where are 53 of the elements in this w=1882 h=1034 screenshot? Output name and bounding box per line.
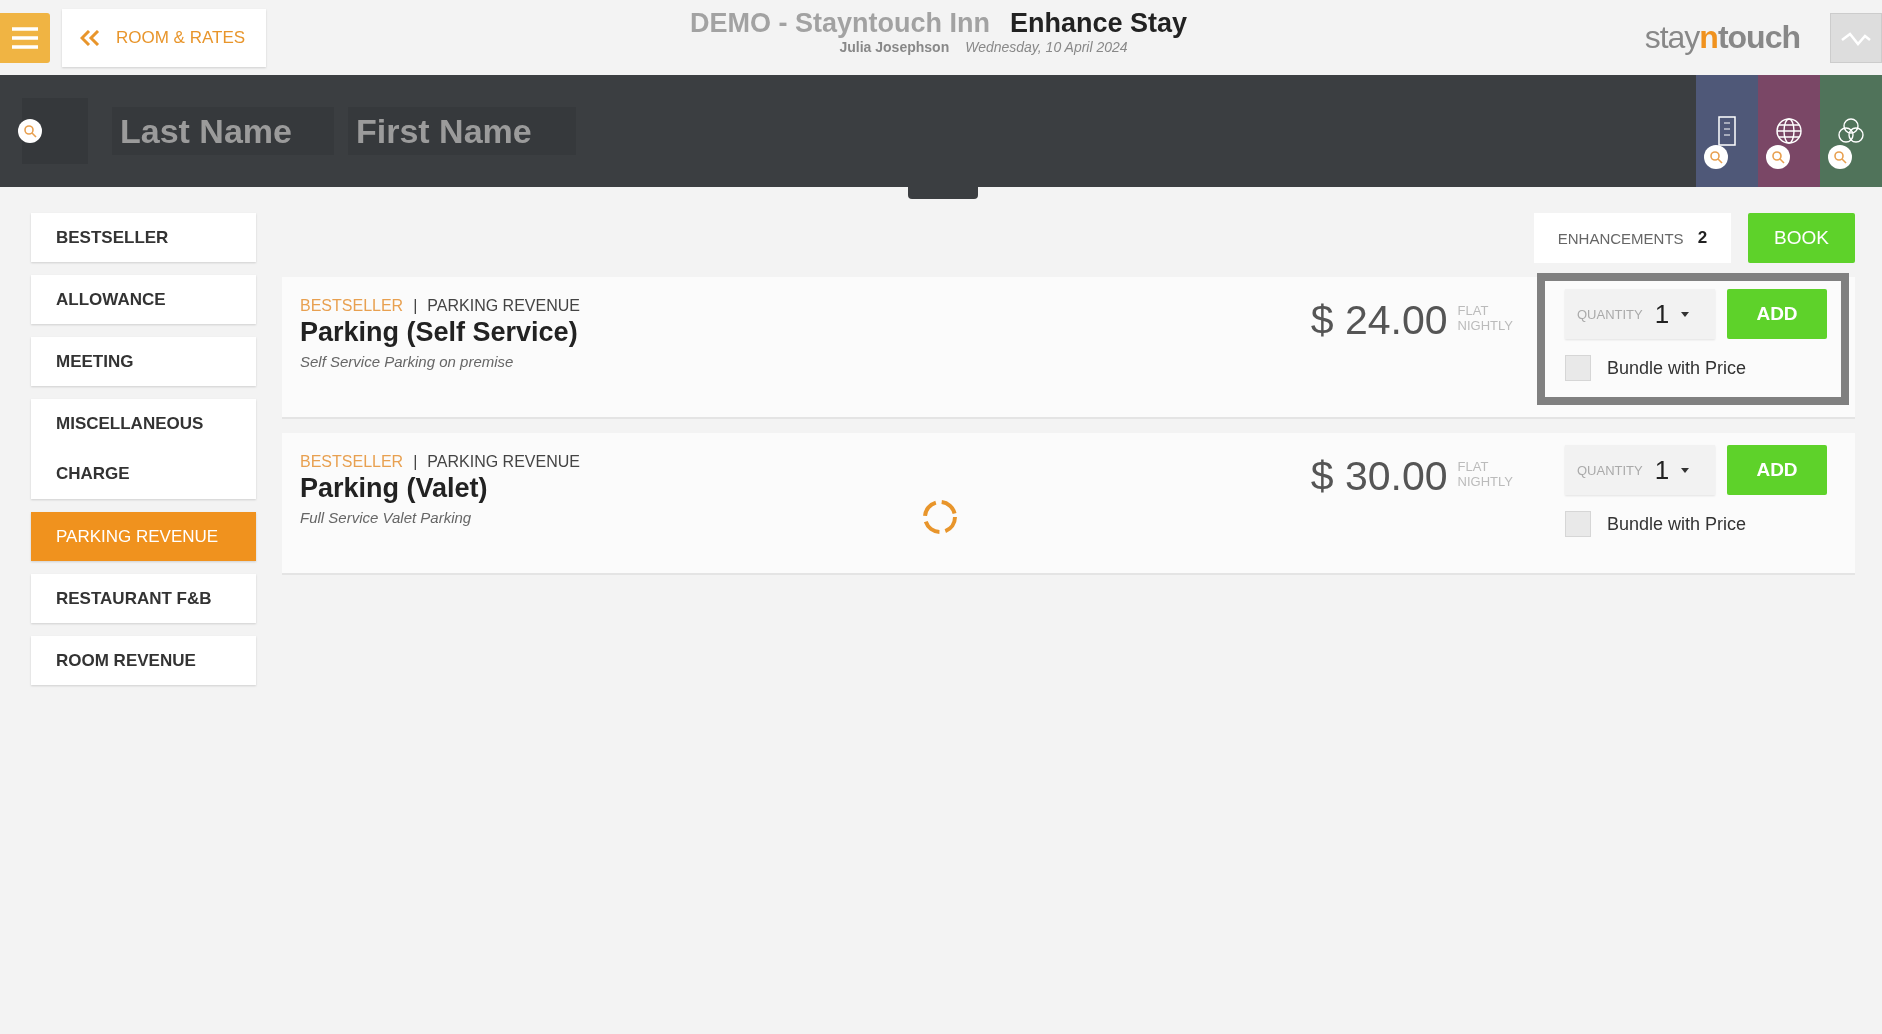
category-item[interactable]: ROOM REVENUE — [31, 636, 256, 685]
category-item[interactable]: MISCELLANEOUS CHARGE — [31, 399, 256, 499]
menu-icon — [12, 26, 38, 49]
double-chevron-icon — [80, 29, 100, 46]
enhancements-button[interactable]: ENHANCEMENTS 2 — [1533, 213, 1732, 263]
addon-description: Self Service Parking on premise — [300, 353, 515, 370]
bundle-label: Bundle with Price — [1607, 513, 1747, 535]
search-tab[interactable] — [1696, 75, 1758, 187]
user-name: Julia Josephson — [839, 39, 950, 55]
circles-icon — [1837, 117, 1865, 145]
bundle-checkbox[interactable] — [1565, 355, 1591, 381]
price-type: FLAT — [1457, 459, 1490, 474]
date: Wednesday, 10 April 2024 — [965, 39, 1128, 55]
addon-tag: BESTSELLER — [300, 453, 404, 471]
addon-category: PARKING REVENUE — [427, 297, 580, 315]
price-period: NIGHTLY — [1457, 318, 1513, 333]
quantity-dropdown[interactable]: QUANTITY 1 — [1565, 445, 1715, 495]
separator: | — [413, 297, 418, 315]
category-item[interactable]: BESTSELLER — [31, 213, 256, 262]
bundle-label: Bundle with Price — [1607, 357, 1747, 379]
category-item[interactable]: ALLOWANCE — [31, 275, 256, 324]
search-tab[interactable] — [1820, 75, 1882, 187]
category-item[interactable]: RESTAURANT F&B — [31, 574, 256, 623]
caret-icon — [1681, 311, 1690, 317]
addon-category: PARKING REVENUE — [427, 453, 580, 471]
search-icon[interactable] — [18, 119, 42, 143]
search-icon[interactable] — [1766, 145, 1790, 169]
hotel-name: DEMO - Stayntouch Inn — [690, 8, 990, 39]
enhancements-count: 2 — [1697, 228, 1708, 248]
addon-tag: BESTSELLER — [300, 297, 404, 315]
drawer-handle[interactable] — [908, 187, 978, 199]
addon-name: Parking (Valet) — [300, 473, 489, 504]
price-period: NIGHTLY — [1457, 474, 1513, 489]
bundle-checkbox[interactable] — [1565, 511, 1591, 537]
price-type: FLAT — [1457, 303, 1490, 318]
first-name-field[interactable]: First Name — [348, 107, 576, 155]
page-title: Enhance Stay — [1010, 8, 1188, 39]
last-name-field[interactable]: Last Name — [112, 107, 334, 155]
search-icon[interactable] — [1828, 145, 1852, 169]
search-tab[interactable] — [1758, 75, 1820, 187]
building-icon — [1716, 115, 1738, 147]
addon-description: Full Service Valet Parking — [300, 509, 473, 526]
category-item[interactable]: MEETING — [31, 337, 256, 386]
globe-icon — [1775, 117, 1803, 145]
separator: | — [413, 453, 418, 471]
addon-price: $ 30.00 — [1310, 453, 1448, 501]
guest-photo-placeholder — [22, 98, 88, 164]
quantity-dropdown[interactable]: QUANTITY 1 — [1565, 289, 1715, 339]
search-icon[interactable] — [1704, 145, 1728, 169]
logo: stayntouch — [1644, 19, 1800, 56]
addon-name: Parking (Self Service) — [300, 317, 579, 348]
addon-price: $ 24.00 — [1310, 297, 1448, 345]
caret-icon — [1681, 467, 1690, 473]
